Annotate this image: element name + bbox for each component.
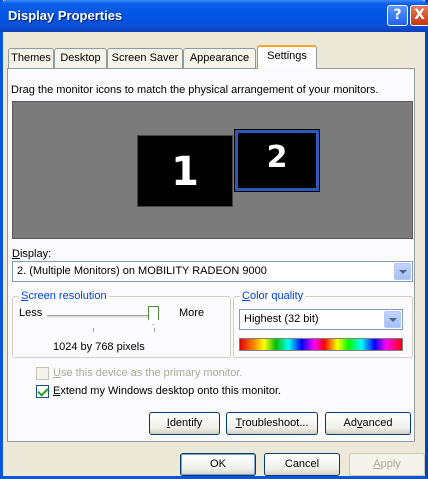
color-quality-dropdown[interactable]: Highest (32 bit) [239, 309, 403, 330]
color-quality-value: Highest (32 bit) [244, 313, 319, 325]
primary-monitor-label: Use this device as the primary monitor. [53, 367, 243, 379]
tab-appearance[interactable]: Appearance [183, 48, 256, 68]
tab-themes[interactable]: Themes [8, 48, 54, 68]
tab-desktop[interactable]: Desktop [54, 48, 107, 68]
slider-tick [93, 328, 94, 332]
ok-button[interactable]: OK [180, 453, 256, 476]
advanced-button[interactable]: Advanced [325, 412, 411, 435]
tab-settings[interactable]: Settings [257, 45, 317, 69]
window-title: Display Properties [8, 8, 123, 23]
chevron-down-icon[interactable] [394, 263, 411, 280]
monitor-1-icon[interactable]: 1 [137, 135, 233, 207]
screen-resolution-title: Screen resolution [19, 290, 109, 302]
display-label: Display: [12, 248, 52, 260]
cancel-button[interactable]: Cancel [264, 453, 340, 476]
extend-desktop-label: Extend my Windows desktop onto this moni… [53, 385, 282, 397]
close-button[interactable]: X [410, 5, 428, 26]
display-dropdown-value: 2. (Multiple Monitors) on MOBILITY RADEO… [17, 265, 267, 277]
apply-button[interactable]: Apply [349, 453, 425, 476]
monitor-arrangement-area[interactable]: 1 2 [12, 101, 413, 239]
slider-tick [154, 328, 155, 332]
display-dropdown[interactable]: 2. (Multiple Monitors) on MOBILITY RADEO… [12, 261, 413, 282]
resolution-slider-track[interactable] [47, 315, 155, 319]
color-quality-title: Color quality [240, 290, 306, 302]
resolution-value: 1024 by 768 pixels [53, 341, 145, 353]
primary-monitor-checkbox[interactable] [36, 367, 49, 380]
arrangement-instruction: Drag the monitor icons to match the phys… [11, 84, 379, 96]
color-spectrum-bar [239, 338, 403, 351]
extend-desktop-checkbox[interactable] [36, 385, 49, 398]
chevron-down-icon[interactable] [384, 311, 401, 328]
title-bar[interactable]: Display Properties ? X [0, 0, 428, 32]
monitor-2-icon[interactable]: 2 [234, 129, 320, 192]
resolution-less-label: Less [19, 307, 43, 319]
troubleshoot-button[interactable]: Troubleshoot... [226, 412, 318, 435]
identify-button[interactable]: Identify [149, 412, 220, 435]
help-button[interactable]: ? [387, 5, 408, 26]
tab-screen-saver[interactable]: Screen Saver [107, 48, 183, 68]
resolution-more-label: More [179, 307, 205, 319]
